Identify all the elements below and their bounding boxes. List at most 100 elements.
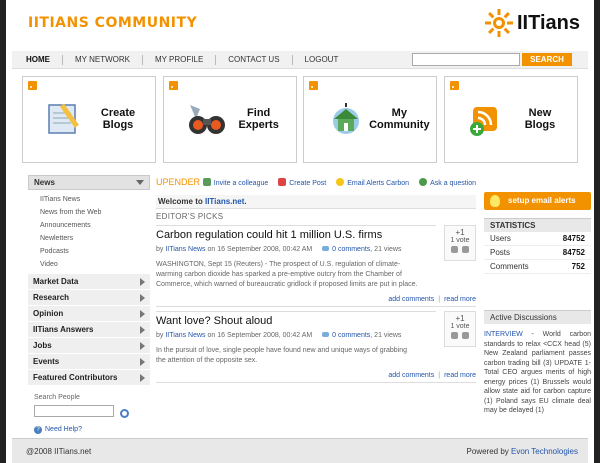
sidebar-item-news-from-web[interactable]: News from the Web: [40, 206, 150, 219]
source-link[interactable]: IITians News: [165, 246, 205, 253]
people-icon: [202, 178, 211, 186]
sidebar-item-events[interactable]: Events: [28, 354, 150, 370]
nav-logout[interactable]: LOGOUT: [291, 54, 351, 65]
create-post-link[interactable]: Create Post: [278, 178, 326, 187]
action-bar: UPENDER Invite a colleague Create Post E…: [156, 175, 476, 191]
sidebar-item-featured-contributors[interactable]: Featured Contributors: [28, 370, 150, 386]
sidebar-item-opinion[interactable]: Opinion: [28, 306, 150, 322]
sidebar-item-newletters[interactable]: Newletters: [40, 232, 150, 245]
vote-label: 1 vote: [450, 323, 470, 330]
add-comments-link[interactable]: add comments: [388, 372, 434, 379]
nav-my-network[interactable]: MY NETWORK: [62, 54, 142, 65]
stat-row: Users 84752: [484, 232, 591, 246]
search-input[interactable]: [412, 53, 520, 66]
sidebar-item-video[interactable]: Video: [40, 258, 150, 271]
comments-link[interactable]: 0 comments: [332, 246, 370, 253]
article-title[interactable]: Want love? Shout aloud: [156, 311, 436, 329]
pencil-icon: [278, 178, 287, 186]
need-help-link[interactable]: ? Need Help?: [34, 425, 150, 434]
article-card: Carbon regulation could hit 1 million U.…: [156, 225, 476, 307]
feature-label: Find Experts: [238, 107, 279, 131]
article-actions: add comments | read more: [388, 372, 476, 379]
vote-count: +1: [455, 228, 465, 237]
read-more-link[interactable]: read more: [444, 372, 476, 379]
article-meta: by IITians News on 16 September 2008, 00…: [156, 332, 402, 339]
thumbs-up-icon[interactable]: [451, 246, 458, 253]
sidebar-item-iitians-answers[interactable]: IITians Answers: [28, 322, 150, 338]
nav-my-profile[interactable]: MY PROFILE: [141, 54, 215, 65]
feature-new-blogs[interactable]: New Blogs: [443, 76, 578, 163]
evon-link[interactable]: Evon Technologies: [511, 447, 578, 456]
read-more-link[interactable]: read more: [444, 296, 476, 303]
editors-picks-heading: EDITOR'S PICKS: [156, 212, 224, 221]
article-card: Want love? Shout aloud by IITians News o…: [156, 311, 476, 383]
chevron-right-icon: [140, 294, 145, 302]
rss-icon[interactable]: [449, 81, 459, 90]
sidebar-item-jobs[interactable]: Jobs: [28, 338, 150, 354]
site-logo[interactable]: IITIANS COMMUNITY: [28, 15, 197, 31]
sidebar-item-iitians-news[interactable]: IITians News: [40, 193, 150, 206]
ask-question-link[interactable]: Ask a question: [419, 178, 476, 187]
article-title[interactable]: Carbon regulation could hit 1 million U.…: [156, 225, 436, 243]
thumbs-down-icon[interactable]: [462, 246, 469, 253]
email-alerts-link[interactable]: Email Alerts Carbon: [336, 178, 409, 187]
search-icon[interactable]: [120, 408, 129, 418]
binoculars-icon: [188, 105, 225, 134]
thumbs-up-icon[interactable]: [451, 332, 458, 339]
sidebar-item-market-data[interactable]: Market Data: [28, 274, 150, 290]
notepad-pencil-icon: [48, 103, 79, 134]
feature-label: Create Blogs: [100, 107, 136, 131]
discussion-tag[interactable]: INTERVIEW: [484, 331, 523, 338]
bulb-icon: [336, 178, 345, 186]
main-content: UPENDER Invite a colleague Create Post E…: [156, 175, 476, 383]
chevron-down-icon: [136, 180, 144, 185]
chevron-right-icon: [140, 342, 145, 350]
comments-link[interactable]: 0 comments: [332, 332, 370, 339]
article-meta: by IITians News on 16 September 2008, 00…: [156, 246, 402, 253]
source-link[interactable]: IITians News: [165, 332, 205, 339]
add-comments-link[interactable]: add comments: [388, 296, 434, 303]
feature-label: My Community: [369, 107, 430, 131]
sidebar-item-podcasts[interactable]: Podcasts: [40, 245, 150, 258]
copyright: @2008 IITians.net: [26, 447, 92, 456]
discussion-list[interactable]: INTERVIEW - World carbon standards to re…: [484, 330, 591, 416]
sidebar-item-research[interactable]: Research: [28, 290, 150, 306]
community-house-icon: [333, 103, 360, 134]
vote-box: +1 1 vote: [444, 225, 476, 261]
chevron-right-icon: [140, 310, 145, 318]
people-search: Search People ? Need Help?: [28, 394, 150, 434]
active-discussions-heading: Active Discussions: [484, 310, 591, 324]
article-body: WASHINGTON, Sept 15 (Reuters) - The pros…: [156, 261, 418, 288]
rss-icon[interactable]: [168, 81, 178, 90]
sidebar-news-header[interactable]: News: [28, 175, 150, 190]
article-body: In the pursuit of love, single people ha…: [156, 347, 408, 364]
statistics-heading: STATISTICS: [484, 218, 591, 232]
invite-colleague-link[interactable]: Invite a colleague: [202, 178, 268, 187]
comment-icon: [322, 246, 330, 251]
footer: @2008 IITians.net Powered by Evon Techno…: [12, 438, 588, 463]
chevron-right-icon: [140, 358, 145, 366]
question-icon: [419, 178, 428, 186]
nav-contact-us[interactable]: CONTACT US: [215, 54, 291, 65]
people-search-input[interactable]: [34, 405, 114, 417]
feature-create-blogs[interactable]: Create Blogs: [22, 76, 156, 163]
setup-email-alerts-button[interactable]: setup email alerts: [484, 192, 591, 210]
right-sidebar: setup email alerts STATISTICS Users 84752…: [484, 192, 591, 416]
search-button[interactable]: SEARCH: [522, 53, 572, 66]
thumbs-down-icon[interactable]: [462, 332, 469, 339]
action-links: Invite a colleague Create Post Email Ale…: [202, 178, 476, 187]
stat-row: Posts 84752: [484, 246, 591, 260]
comment-icon: [322, 332, 330, 337]
user-name: UPENDER: [156, 177, 201, 187]
nav-home[interactable]: HOME: [26, 55, 62, 65]
powered-by: Powered by Evon Technologies: [466, 447, 578, 456]
rss-icon[interactable]: [309, 81, 319, 90]
rss-add-icon: [469, 107, 497, 136]
feature-my-community[interactable]: My Community: [303, 76, 438, 163]
rss-icon[interactable]: [28, 81, 37, 90]
feature-find-experts[interactable]: Find Experts: [162, 76, 297, 163]
news-submenu: IITians News News from the Web Announcem…: [28, 190, 150, 274]
sidebar-item-announcements[interactable]: Announcements: [40, 219, 150, 232]
brand-logo[interactable]: IITians: [484, 8, 580, 38]
feature-label: New Blogs: [524, 107, 556, 131]
